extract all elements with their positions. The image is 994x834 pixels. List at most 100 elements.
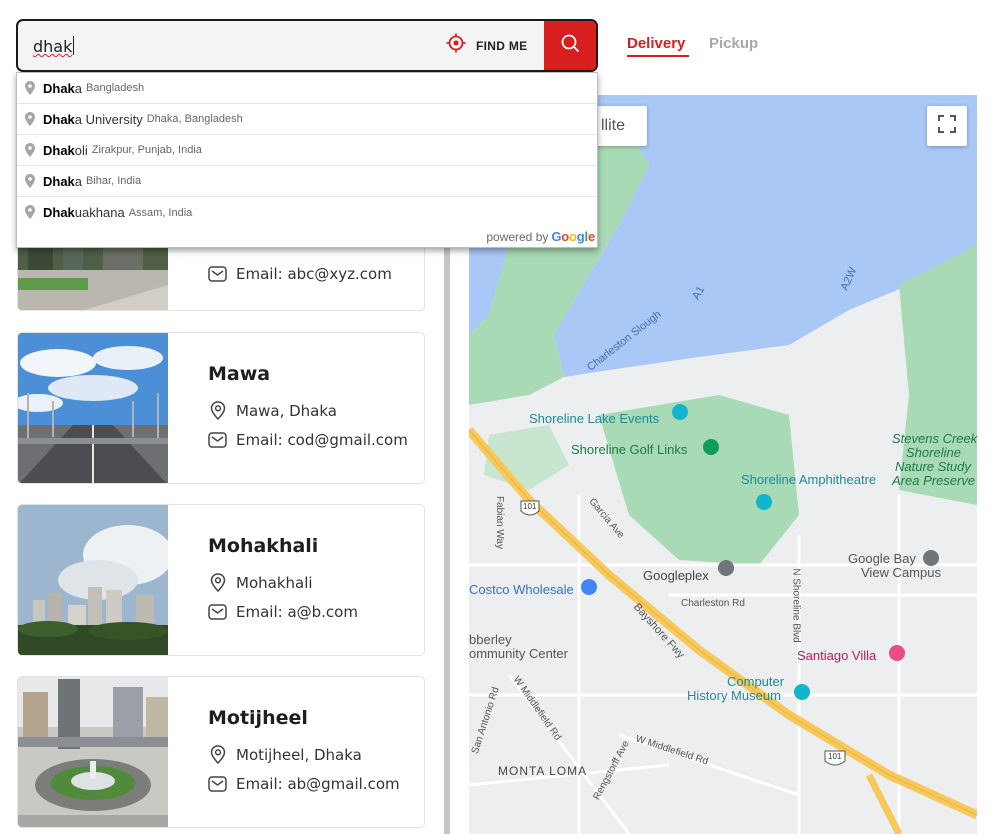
store-title: Mohakhali — [208, 535, 319, 557]
map-label: Shoreline Amphitheatre — [741, 472, 877, 487]
google-letter: o — [561, 229, 570, 244]
suggestion-secondary: Dhaka, Bangladesh — [146, 113, 243, 125]
location-pin-icon — [208, 401, 227, 420]
store-address: Mawa, Dhaka — [236, 401, 337, 420]
autocomplete-dropdown: Dhaka Bangladesh Dhaka University Dhaka,… — [16, 72, 598, 248]
suggestion-item[interactable]: Dhaka Bihar, India — [17, 166, 597, 197]
suggestion-item[interactable]: Dhaka University Dhaka, Bangladesh — [17, 104, 597, 135]
mail-icon — [208, 602, 227, 621]
location-pin-icon — [25, 205, 35, 224]
store-address-row: Mawa, Dhaka — [208, 401, 337, 420]
map-label: bberley — [469, 632, 512, 647]
satellite-label: llite — [600, 117, 625, 134]
map-pin[interactable] — [889, 645, 905, 661]
find-me-button[interactable]: FIND ME — [446, 21, 527, 70]
fullscreen-icon — [938, 114, 956, 138]
map-pin[interactable] — [672, 404, 688, 420]
store-email-row: Email: a@b.com — [208, 602, 358, 621]
store-address: Motijheel, Dhaka — [236, 745, 362, 764]
map-label: Area Preserve — [892, 473, 976, 488]
search-input-value: dhak — [33, 37, 73, 56]
text-caret — [73, 36, 75, 55]
map-pin[interactable] — [581, 579, 597, 595]
map-label: Stevens Creek — [892, 431, 977, 446]
store-address: Mohakhali — [236, 573, 313, 592]
suggestion-secondary: Bihar, India — [86, 175, 142, 187]
map-label: History Museum — [687, 688, 781, 703]
store-email-row: Email: abc@xyz.com — [208, 264, 392, 283]
find-me-label: FIND ME — [476, 38, 528, 53]
map-pin[interactable] — [756, 494, 772, 510]
store-email-row: Email: cod@gmail.com — [208, 430, 408, 449]
map-label: Santiago Villa — [797, 648, 877, 663]
suggestion-item[interactable]: Dhakoli Zirakpur, Punjab, India — [17, 135, 597, 166]
tab-active-underline — [627, 55, 689, 57]
map-label: ommunity Center — [469, 646, 568, 661]
google-logo: Google — [551, 229, 595, 244]
search-button[interactable] — [544, 21, 596, 70]
map-label: Shoreline Lake Events — [529, 411, 660, 426]
mail-icon — [208, 774, 227, 793]
map-label: Costco Wholesale — [469, 582, 574, 597]
suggestion-main: Dhaka — [43, 80, 83, 96]
crosshair-icon — [446, 33, 466, 58]
map-label: Googleplex — [643, 568, 709, 583]
store-address-row: Motijheel, Dhaka — [208, 745, 362, 764]
store-title: Motijheel — [208, 707, 308, 729]
store-card[interactable]: Mawa Mawa, Dhaka Email: cod@gmail.com — [17, 332, 425, 484]
location-pin-icon — [25, 112, 35, 131]
location-pin-icon — [25, 81, 35, 100]
store-email-row: Email: ab@gmail.com — [208, 774, 400, 793]
map-label: Shoreline Golf Links — [571, 442, 688, 457]
map-label: Fabian Way — [493, 496, 505, 549]
mail-icon — [208, 264, 227, 283]
tab-delivery[interactable]: Delivery — [627, 35, 685, 52]
tab-pickup[interactable]: Pickup — [709, 35, 758, 52]
map-pin[interactable] — [923, 550, 939, 566]
google-letter: g — [576, 229, 585, 244]
suggestion-secondary: Assam, India — [128, 206, 193, 219]
google-letter: e — [587, 229, 595, 244]
store-image — [18, 505, 168, 655]
powered-by-label: powered by — [486, 229, 549, 244]
mail-icon — [208, 430, 227, 449]
map-label: Shoreline — [906, 445, 961, 460]
store-email: Email: abc@xyz.com — [236, 264, 392, 283]
map-label: Google Bay — [848, 551, 916, 566]
store-image — [18, 333, 168, 483]
suggestion-main: Dhaka University — [43, 111, 143, 127]
highway-shield-label: 101 — [523, 502, 537, 511]
suggestion-item[interactable]: Dhaka Bangladesh — [17, 73, 597, 104]
suggestion-secondary: Zirakpur, Punjab, India — [91, 144, 202, 156]
search-input[interactable]: dhak — [33, 36, 75, 56]
map-label: N Shoreline Blvd — [790, 568, 802, 643]
location-pin-icon — [25, 143, 35, 162]
store-image — [18, 677, 168, 827]
suggestion-main: Dhakoli — [43, 142, 88, 158]
store-title: Mawa — [208, 363, 271, 385]
map-pin[interactable] — [718, 560, 734, 576]
powered-by-google: powered by Google — [486, 229, 595, 244]
location-pin-icon — [208, 573, 227, 592]
location-pin-icon — [25, 174, 35, 193]
suggestion-main: Dhaka — [43, 173, 83, 189]
google-letter: G — [551, 229, 562, 244]
map-label: View Campus — [861, 565, 941, 580]
store-card[interactable]: Motijheel Motijheel, Dhaka Email: ab@gma… — [17, 676, 425, 828]
map-label: MONTA LOMA — [498, 764, 588, 778]
search-bar: dhak FIND ME — [16, 19, 598, 72]
map-label: Computer — [727, 674, 785, 689]
map-pin[interactable] — [794, 684, 810, 700]
google-letter: o — [569, 229, 577, 244]
map-label: Charleston Rd — [681, 598, 745, 609]
location-pin-icon — [208, 745, 227, 764]
search-icon — [560, 33, 580, 58]
store-email: Email: ab@gmail.com — [236, 774, 400, 793]
suggestion-item[interactable]: Dhakuakhana Assam, India — [17, 197, 597, 228]
fullscreen-button[interactable] — [927, 106, 967, 146]
store-card[interactable]: Mohakhali Mohakhali Email: a@b.com — [17, 504, 425, 656]
store-email: Email: cod@gmail.com — [236, 430, 408, 449]
highway-shield-label: 101 — [828, 752, 842, 761]
store-email: Email: a@b.com — [236, 602, 358, 621]
map-pin[interactable] — [703, 439, 719, 455]
